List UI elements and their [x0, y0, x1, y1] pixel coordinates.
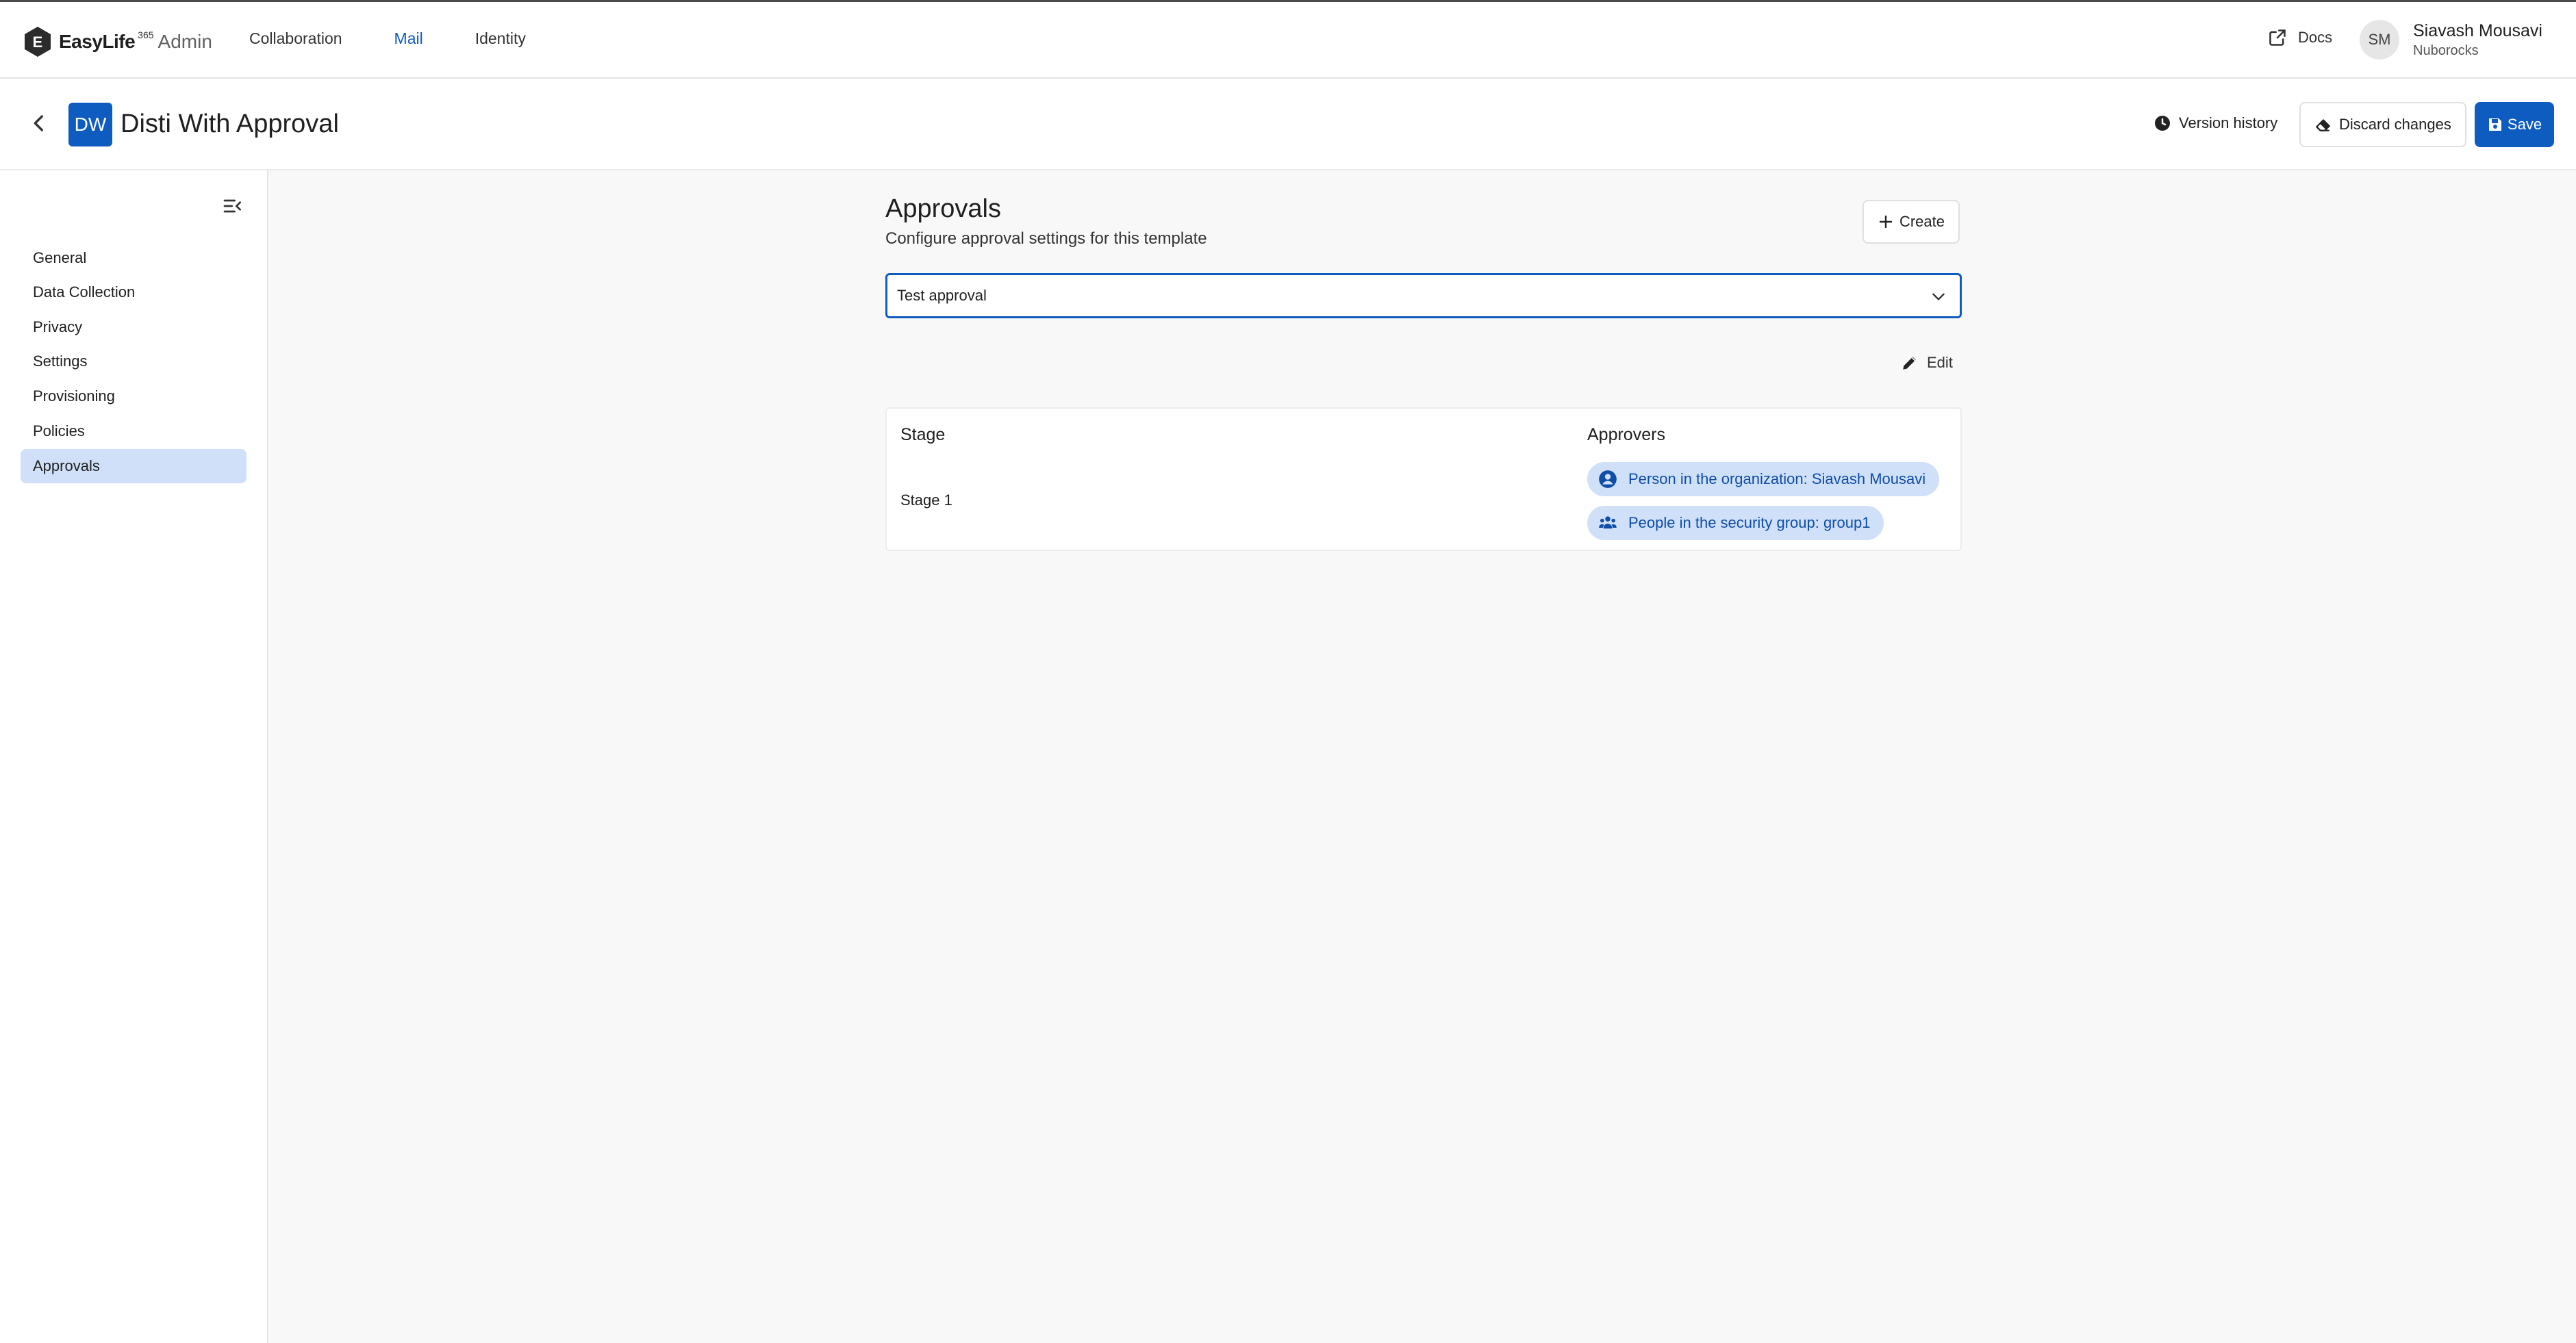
main-content: Approvals Configure approval settings fo…: [268, 170, 2576, 1343]
sidebar-item-provisioning[interactable]: Provisioning: [21, 379, 247, 413]
eraser-icon: [2316, 119, 2330, 131]
user-info: Siavash Mousavi Nuborocks: [2413, 21, 2542, 59]
approval-stages-table: Stage Approvers Stage 1 Person in the or…: [885, 407, 1962, 551]
top-bar: E EasyLife 365 Admin Collaboration Mail …: [0, 0, 2576, 79]
approver-chip-group: People in the security group: group1: [1587, 506, 1884, 540]
create-label: Create: [1899, 213, 1945, 230]
docs-label: Docs: [2298, 29, 2333, 46]
docs-link[interactable]: Docs: [2268, 28, 2332, 47]
easylife-logo-icon: E: [25, 27, 51, 57]
user-name: Siavash Mousavi: [2413, 21, 2542, 40]
nav-item-identity[interactable]: Identity: [475, 29, 526, 48]
user-menu[interactable]: SM Siavash Mousavi Nuborocks: [2360, 20, 2542, 60]
clock-icon: [2155, 116, 2170, 131]
create-approval-button[interactable]: Create: [1862, 200, 1960, 244]
nav-item-mail[interactable]: Mail: [394, 29, 423, 48]
sidebar: General Data Collection Privacy Settings…: [0, 170, 268, 1343]
pencil-icon: [1903, 357, 1916, 370]
edit-approval-button[interactable]: Edit: [1901, 354, 1953, 372]
section-description: Configure approval settings for this tem…: [885, 229, 1207, 248]
brand-name: EasyLife: [59, 31, 136, 52]
discard-changes-label: Discard changes: [2339, 116, 2451, 133]
version-history-label: Version history: [2179, 114, 2278, 131]
app-logo[interactable]: E EasyLife 365 Admin: [23, 25, 212, 58]
external-link-icon: [2269, 29, 2286, 46]
app-root: E EasyLife 365 Admin Collaboration Mail …: [0, 0, 2576, 1343]
column-header-stage: Stage: [900, 425, 946, 444]
template-badge: DW: [68, 103, 112, 146]
sidebar-item-settings[interactable]: Settings: [21, 344, 247, 379]
save-label: Save: [2507, 116, 2542, 133]
people-group-icon: [1599, 516, 1617, 529]
avatar: SM: [2360, 20, 2399, 60]
save-button[interactable]: Save: [2475, 102, 2554, 147]
edit-label: Edit: [1927, 354, 1953, 371]
plus-icon: [1879, 215, 1893, 229]
sidebar-item-general[interactable]: General: [21, 241, 247, 275]
approver-chip-group-label: People in the security group: group1: [1628, 514, 1871, 531]
top-nav: Collaboration Mail Identity: [249, 29, 578, 48]
version-history-button[interactable]: Version history: [2154, 114, 2277, 132]
stage-name-cell: Stage 1: [900, 491, 952, 509]
approver-chip-person: Person in the organization: Siavash Mous…: [1587, 462, 1940, 496]
section-title: Approvals: [885, 194, 1001, 223]
sidebar-item-approvals[interactable]: Approvals: [21, 449, 247, 483]
sidebar-item-policies[interactable]: Policies: [21, 414, 247, 448]
discard-changes-button[interactable]: Discard changes: [2299, 102, 2466, 147]
approval-select-value: Test approval: [897, 287, 987, 304]
sidebar-item-privacy[interactable]: Privacy: [21, 310, 247, 344]
person-circle-icon: [1599, 470, 1617, 488]
brand-suffix: Admin: [157, 31, 212, 52]
approver-chip-person-label: Person in the organization: Siavash Mous…: [1628, 470, 1926, 487]
nav-item-collaboration[interactable]: Collaboration: [249, 29, 342, 48]
page-title: Disti With Approval: [121, 110, 339, 138]
back-arrow-icon[interactable]: [27, 112, 51, 135]
page-header: DW Disti With Approval Version history D…: [0, 79, 2576, 170]
column-header-approvers: Approvers: [1587, 425, 1665, 444]
brand-superscript: 365: [138, 29, 154, 40]
approval-select[interactable]: Test approval: [885, 273, 1962, 318]
chevron-down-icon: [1932, 293, 1945, 300]
user-org: Nuborocks: [2413, 42, 2479, 58]
sidebar-collapse-icon[interactable]: [222, 195, 244, 217]
floppy-disk-icon: [2488, 118, 2501, 131]
sidebar-item-data-collection[interactable]: Data Collection: [21, 275, 247, 309]
svg-text:E: E: [33, 34, 43, 51]
